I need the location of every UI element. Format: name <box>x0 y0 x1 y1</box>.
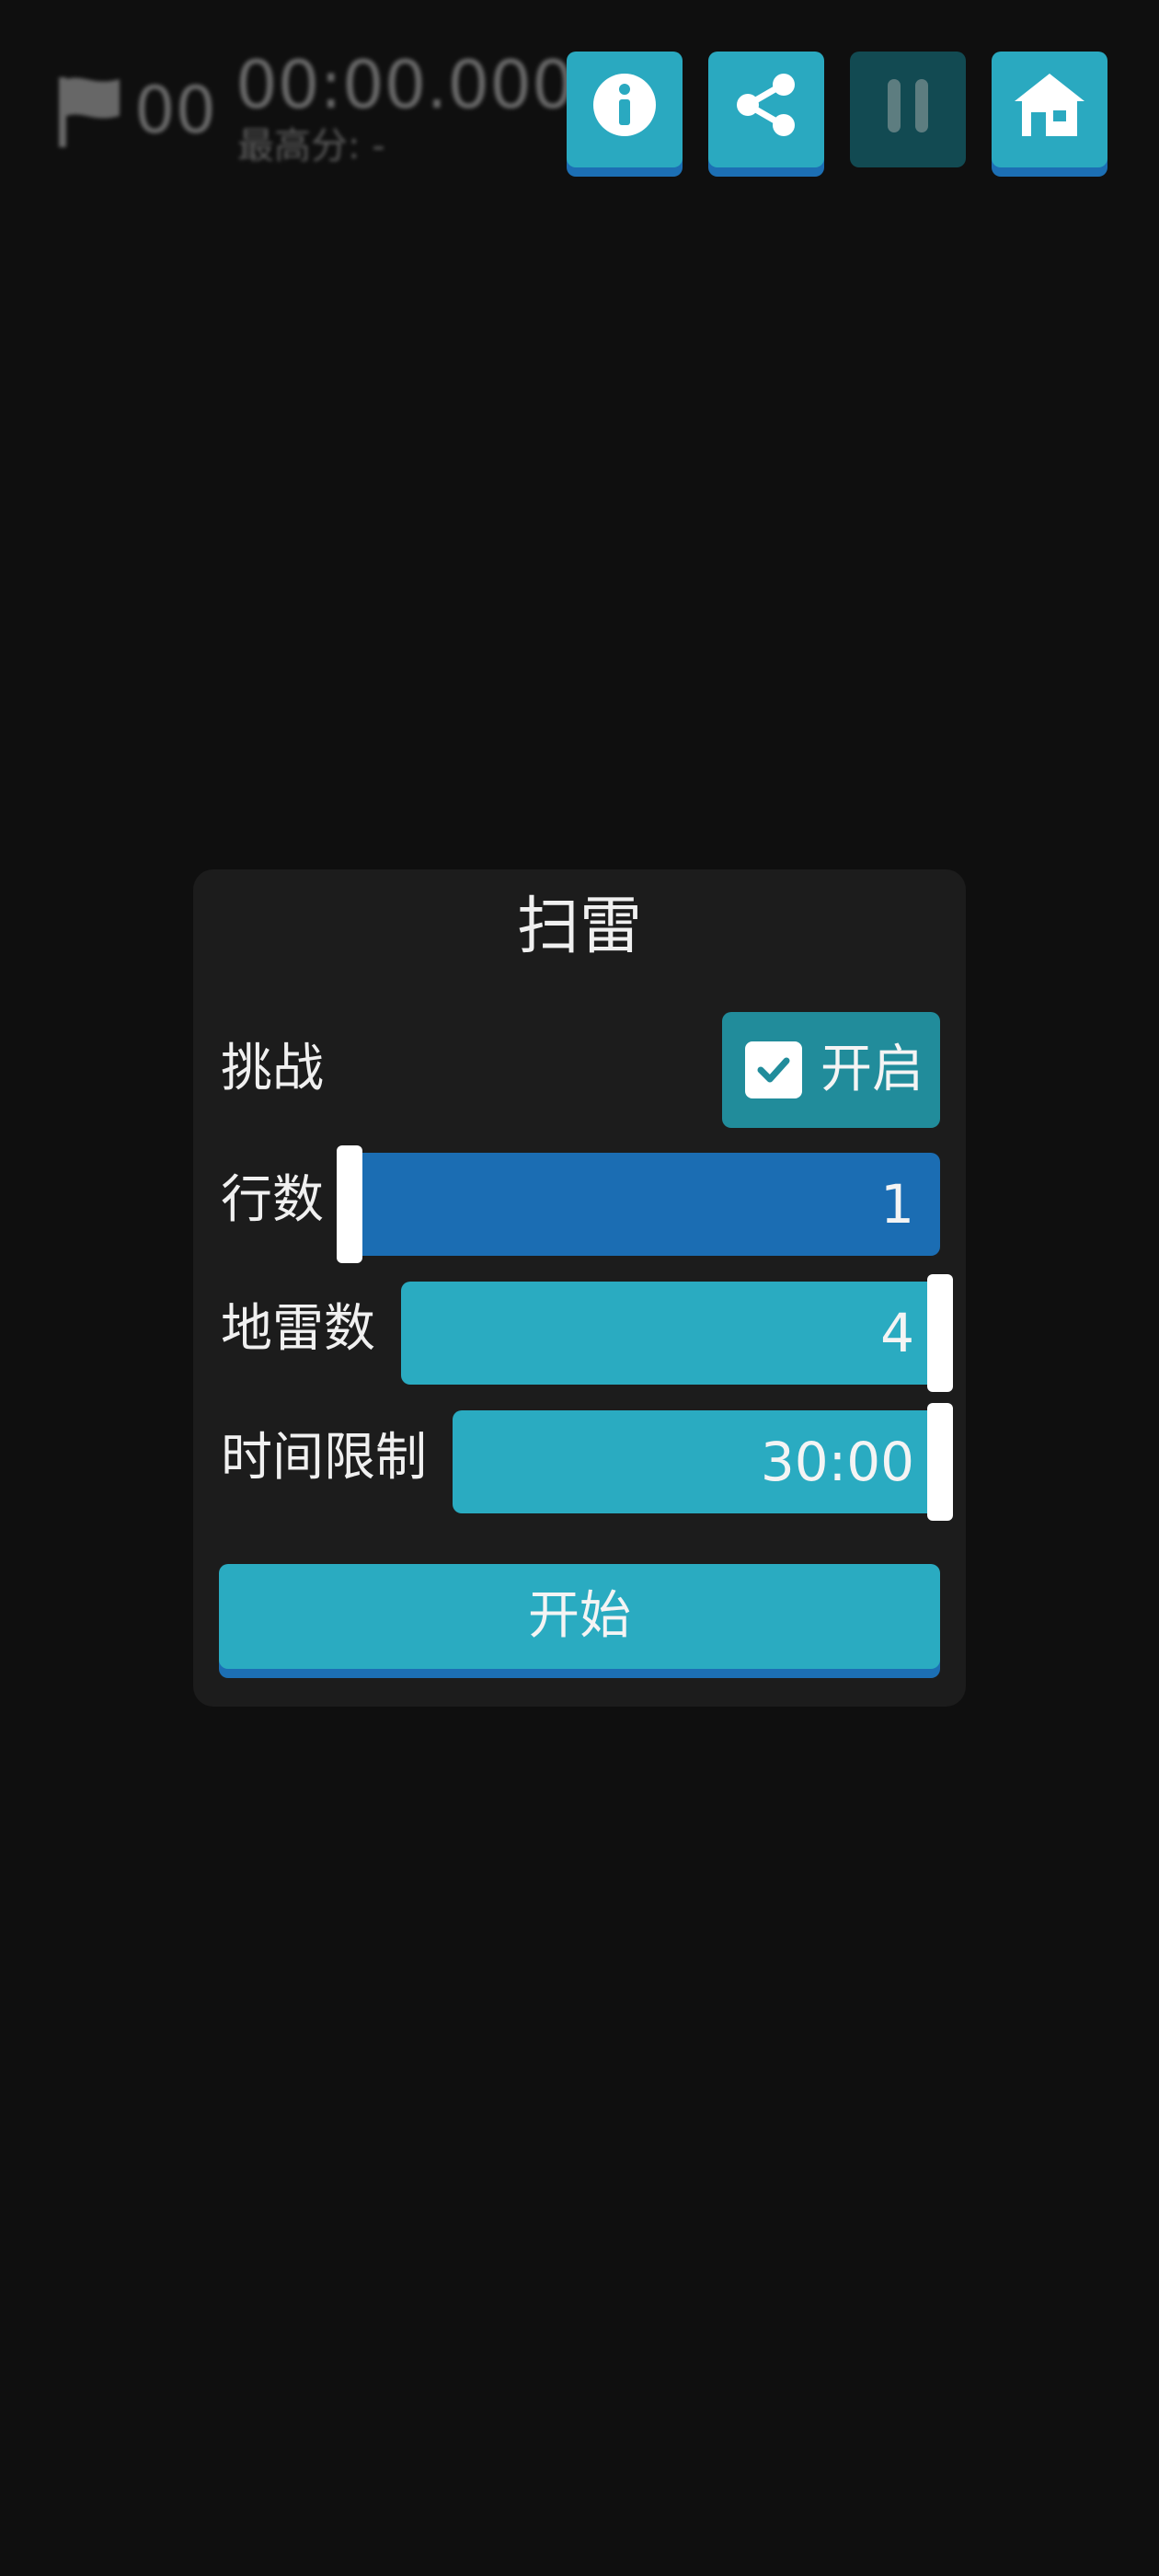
checkbox <box>745 1041 802 1098</box>
time-limit-slider[interactable]: 30:00 <box>453 1403 953 1521</box>
mines-slider[interactable]: 4 <box>401 1274 953 1392</box>
flag-icon <box>59 77 120 147</box>
time-limit-value: 30:00 <box>760 1431 914 1493</box>
pause-icon <box>888 79 928 132</box>
challenge-toggle[interactable]: 开启 <box>722 1012 940 1128</box>
share-icon <box>737 74 795 136</box>
time-limit-label: 时间限制 <box>221 1428 427 1488</box>
rows-label: 行数 <box>221 1170 324 1230</box>
mines-value: 4 <box>880 1302 914 1364</box>
mines-label: 地雷数 <box>221 1299 375 1359</box>
game-timer: 00:00.000 <box>235 46 574 123</box>
challenge-label: 挑战 <box>221 1039 324 1098</box>
home-button[interactable] <box>992 52 1107 167</box>
rows-value: 1 <box>880 1173 914 1236</box>
rows-slider[interactable]: 1 <box>337 1145 940 1263</box>
info-button[interactable] <box>567 52 683 167</box>
flag-counter: 00 <box>134 73 217 148</box>
toggle-label: 开启 <box>820 1040 924 1099</box>
info-icon <box>593 74 656 136</box>
checkmark-icon <box>757 1057 790 1083</box>
dialog-title: 扫雷 <box>516 891 642 963</box>
mines-slider-handle[interactable] <box>927 1274 953 1392</box>
best-score: 最高分: - <box>237 125 385 167</box>
share-button[interactable] <box>708 52 824 167</box>
start-button[interactable]: 开始 <box>219 1564 940 1669</box>
time-limit-slider-handle[interactable] <box>927 1403 953 1521</box>
pause-button[interactable] <box>850 52 966 167</box>
home-icon <box>1015 74 1084 136</box>
game-setup-dialog: 扫雷 挑战 开启 行数 1 地雷数 4 时间限制 30:00 开始 <box>193 869 966 1707</box>
rows-slider-handle[interactable] <box>337 1145 362 1263</box>
